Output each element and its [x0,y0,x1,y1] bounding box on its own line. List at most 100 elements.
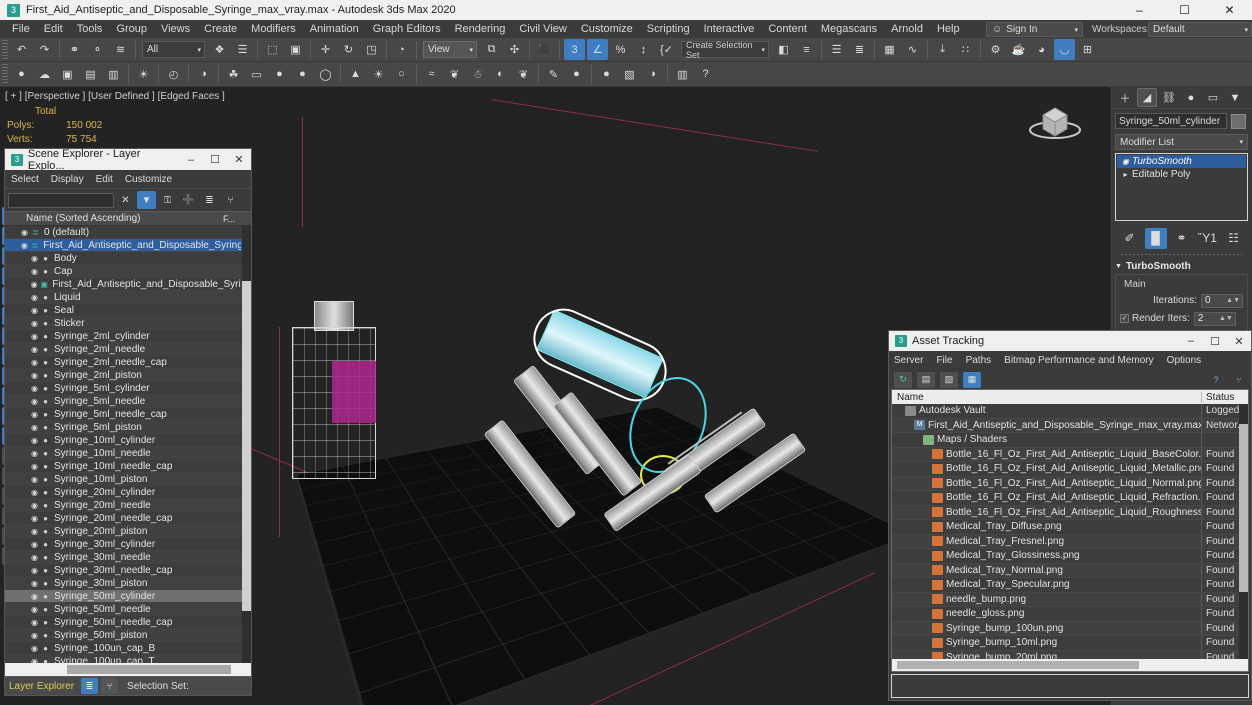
detail-view-button[interactable]: ▦ [963,371,981,388]
asset-table-vertical-scrollbar[interactable] [1239,404,1248,659]
material-lib-button[interactable]: ▧ [619,64,640,85]
menu-item-graph-editors[interactable]: Graph Editors [366,21,448,37]
eye-icon[interactable]: ◉ [29,384,40,393]
render-iters-spinner[interactable]: 2 ▲▼ [1193,311,1236,326]
remove-modifier-button[interactable]: Ὕ1 [1197,228,1219,249]
layer-explorer-button[interactable]: ☰ [826,39,847,60]
scene-explorer-row[interactable]: ◉ ● Syringe_10ml_needle [5,447,251,460]
eye-icon[interactable]: ◉ [29,540,40,549]
target-light-button[interactable]: ○ [391,64,412,85]
scene-explorer-row[interactable]: ◉ ● Syringe_20ml_needle [5,499,251,512]
eye-icon[interactable]: ◉ [29,397,40,406]
scene-explorer-menu-edit[interactable]: Edit [96,174,113,185]
scene-explorer-row[interactable]: ◉ ● Syringe_50ml_needle_cap [5,616,251,629]
toolbar-grip[interactable] [2,64,8,84]
snaps-toggle-button[interactable]: 3 [564,39,585,60]
scene-explorer-row[interactable]: ◉ ● Seal [5,304,251,317]
sign-in-control[interactable]: ☺ Sign In ▾ [986,22,1083,37]
rendered-frame-window-button[interactable]: ☕ [1008,39,1029,60]
object-name-input[interactable] [1115,113,1227,129]
scene-explorer-row[interactable]: ◉ ● Syringe_10ml_cylinder [5,434,251,447]
asset-table-row[interactable]: Bottle_16_Fl_Oz_First_Aid_Antiseptic_Liq… [892,447,1248,462]
eye-icon[interactable]: ◉ [29,306,40,315]
eye-icon[interactable]: ◉ [29,527,40,536]
asset-table-row[interactable]: Bottle_16_Fl_Oz_First_Aid_Antiseptic_Liq… [892,462,1248,477]
spinner-snap-toggle-button[interactable]: ↕ [633,39,654,60]
units-button[interactable]: ▥ [672,64,693,85]
add-layer-button[interactable]: ➕ [179,191,198,209]
close-button[interactable]: ✕ [227,149,251,170]
reference-coordinate-system-dropdown[interactable]: View ▾ [423,41,477,58]
open-asset-tracking-button[interactable]: ⊞ [1077,39,1098,60]
asset-table-row[interactable]: Medical_Tray_Fresnel.png Found [892,534,1248,549]
help-button[interactable]: ? [695,64,716,85]
eye-icon[interactable]: ◉ [29,605,40,614]
asset-table-row[interactable]: Syringe_bump_20ml.png Found [892,650,1248,659]
menu-item-customize[interactable]: Customize [574,21,640,37]
eye-icon[interactable]: ◉ [29,579,40,588]
scene-explorer-row[interactable]: ◉ ▣ First_Aid_Antiseptic_and_Disposable_Sy… [5,278,251,291]
expand-arrow-icon[interactable]: ▸ [1119,170,1132,179]
view-cube[interactable] [1025,97,1085,147]
modifier-list-dropdown[interactable]: Modifier List ▾ [1115,134,1248,150]
menu-item-scripting[interactable]: Scripting [640,21,697,37]
particle-view-button[interactable]: ∷ [955,39,976,60]
rollout-header[interactable]: ▼ TurboSmooth [1115,259,1248,274]
scene-explorer-column-header[interactable]: Name (Sorted Ascending) F... [5,211,251,226]
render-iters-checkbox[interactable]: ✓ [1120,314,1129,323]
close-button[interactable]: ✕ [1207,0,1252,20]
project-folder-button[interactable]: ▣ [57,64,78,85]
torus-primitive-button[interactable]: ◯ [315,64,336,85]
scene-explorer-row[interactable]: ◉ ● Syringe_50ml_cylinder [5,590,251,603]
menu-item-civil-view[interactable]: Civil View [512,21,573,37]
menu-item-modifiers[interactable]: Modifiers [244,21,303,37]
show-end-result-button[interactable]: █ [1144,227,1167,249]
scene-explorer-mode-button[interactable]: ⑂ [101,678,119,694]
scene-explorer-row[interactable]: ◉ ● Syringe_50ml_piston [5,629,251,642]
render-setup-button[interactable]: ⚙ [985,39,1006,60]
eye-icon[interactable]: ◉ [29,462,40,471]
omni-light-button[interactable]: ☀ [368,64,389,85]
sphere-primitive-button[interactable]: ● [269,64,290,85]
modifier-stack-item[interactable]: ▸ Editable Poly [1117,168,1246,181]
unlink-button[interactable]: ⚬ [87,39,108,60]
eye-icon[interactable]: ◉ [29,436,40,445]
eye-icon[interactable]: ◉ [29,410,40,419]
box-primitive-button[interactable]: ▭ [246,64,267,85]
scene-explorer-horizontal-scrollbar[interactable] [5,663,251,676]
hair-button[interactable]: ≈ [421,64,442,85]
menu-item-megascans[interactable]: Megascans [814,21,884,37]
place-pivot-button[interactable]: ◔ [391,39,412,60]
rectangular-select-region-button[interactable]: ⬚ [262,39,283,60]
keyboard-shortcut-override-button[interactable]: ⬛ [534,39,555,60]
edit-named-selection-sets-button[interactable]: {✓ [656,39,677,60]
menu-item-group[interactable]: Group [109,21,154,37]
asset-table-row[interactable]: M First_Aid_Antiseptic_and_Disposable_Syr… [892,418,1248,433]
render-production-button[interactable]: ◕ [1031,39,1052,60]
scrollbar-thumb[interactable] [242,281,251,611]
hierarchy-button[interactable]: ⑂ [221,191,240,209]
eye-icon[interactable]: ◉ [29,345,40,354]
spinner-arrows-icon[interactable]: ▲▼ [1226,297,1240,304]
eye-icon[interactable]: ◉ [29,423,40,432]
foliage-button[interactable]: ❦ [513,64,534,85]
scene-explorer-row[interactable]: ◉ ≣ 0 (default) [5,226,251,239]
scene-explorer-vertical-scrollbar[interactable] [242,226,251,663]
schematic-view-button[interactable]: ∿ [902,39,923,60]
redo-button[interactable]: ↷ [34,39,55,60]
object-color-swatch[interactable] [1231,113,1246,129]
select-and-scale-button[interactable]: ◳ [361,39,382,60]
minimize-button[interactable]: – [179,149,203,170]
help-button[interactable]: ? [1207,372,1225,388]
scene-explorer-row[interactable]: ◉ ● Syringe_10ml_piston [5,473,251,486]
earth-button[interactable]: ◐ [490,64,511,85]
scene-explorer-menu-select[interactable]: Select [11,174,39,185]
maximize-button[interactable]: ☐ [203,149,227,170]
filter-funnel-button[interactable]: ▼ [137,191,156,209]
scene-explorer-row[interactable]: ◉ ● Syringe_30ml_needle [5,551,251,564]
select-and-rotate-button[interactable]: ↻ [338,39,359,60]
asset-table-row[interactable]: Medical_Tray_Normal.png Found [892,563,1248,578]
layer-manager-button[interactable]: ▥ [103,64,124,85]
light-setup-button[interactable]: ☀ [133,64,154,85]
eye-icon[interactable]: ◉ [29,501,40,510]
